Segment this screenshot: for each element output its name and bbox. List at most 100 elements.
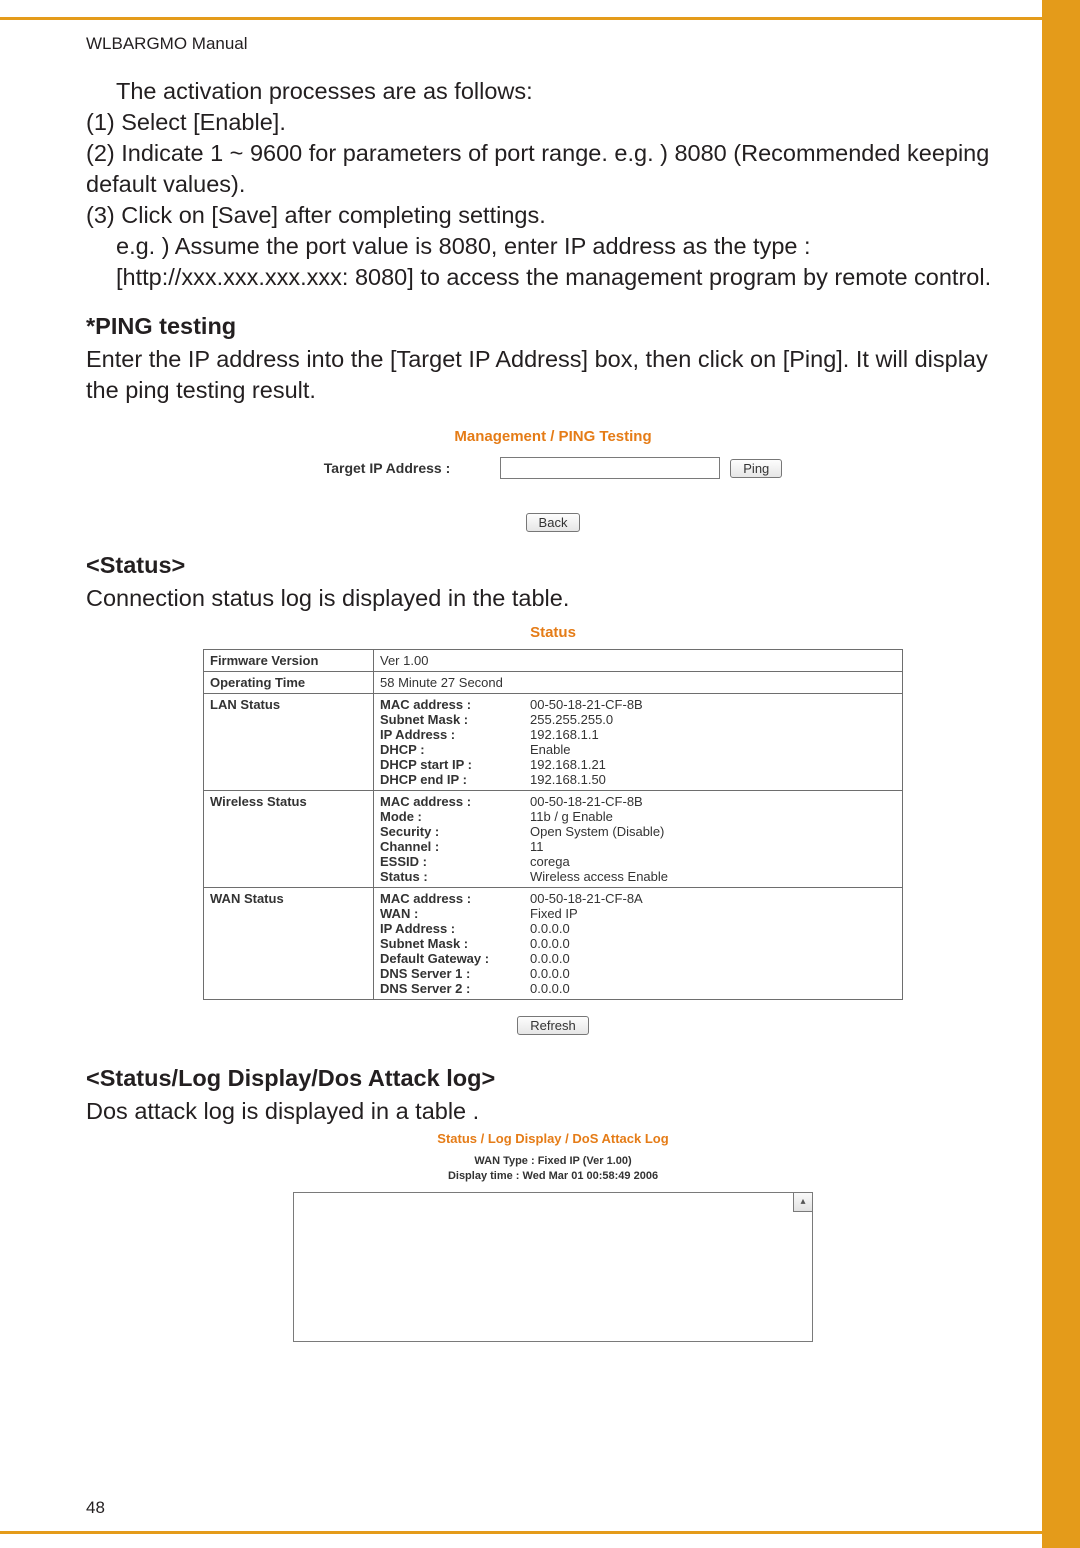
kv-row: Mode :11b / g Enable bbox=[380, 809, 896, 824]
dos-panel-title: Status / Log Display / DoS Attack Log bbox=[273, 1131, 833, 1146]
kv-key: DHCP end IP : bbox=[380, 772, 530, 787]
status-panel: Status Firmware Version Ver 1.00 Operati… bbox=[203, 624, 903, 1035]
kv-row: MAC address :00-50-18-21-CF-8B bbox=[380, 794, 896, 809]
kv-key: Default Gateway : bbox=[380, 951, 530, 966]
kv-key: DNS Server 1 : bbox=[380, 966, 530, 981]
dos-log-textarea[interactable] bbox=[293, 1192, 813, 1342]
ping-heading: *PING testing bbox=[86, 313, 1020, 340]
kv-value: 192.168.1.1 bbox=[530, 727, 896, 742]
ping-button[interactable]: Ping bbox=[730, 459, 782, 478]
kv-key: IP Address : bbox=[380, 727, 530, 742]
dos-desc: Dos attack log is displayed in a table . bbox=[86, 1096, 1020, 1127]
kv-value: Wireless access Enable bbox=[530, 869, 896, 884]
kv-value: 255.255.255.0 bbox=[530, 712, 896, 727]
kv-key: Status : bbox=[380, 869, 530, 884]
kv-row: MAC address :00-50-18-21-CF-8B bbox=[380, 697, 896, 712]
kv-key: Subnet Mask : bbox=[380, 712, 530, 727]
scroll-up-icon[interactable]: ▴ bbox=[793, 1192, 813, 1212]
dos-meta: WAN Type : Fixed IP (Ver 1.00) Display t… bbox=[273, 1154, 833, 1184]
kv-row: IP Address :192.168.1.1 bbox=[380, 727, 896, 742]
ping-panel: Management / PING Testing Target IP Addr… bbox=[268, 428, 838, 532]
kv-value: 0.0.0.0 bbox=[530, 921, 896, 936]
kv-row: IP Address :0.0.0.0 bbox=[380, 921, 896, 936]
optime-label: Operating Time bbox=[204, 672, 374, 694]
kv-row: Security :Open System (Disable) bbox=[380, 824, 896, 839]
status-panel-title: Status bbox=[203, 624, 903, 641]
back-button[interactable]: Back bbox=[526, 513, 581, 532]
wan-status-label: WAN Status bbox=[204, 888, 374, 1000]
table-row: WAN Status MAC address :00-50-18-21-CF-8… bbox=[204, 888, 903, 1000]
ping-panel-title: Management / PING Testing bbox=[268, 428, 838, 445]
intro-step3b: e.g. ) Assume the port value is 8080, en… bbox=[86, 231, 1020, 293]
kv-value: 00-50-18-21-CF-8B bbox=[530, 697, 896, 712]
top-rule bbox=[0, 0, 1042, 20]
kv-key: MAC address : bbox=[380, 794, 530, 809]
kv-key: MAC address : bbox=[380, 697, 530, 712]
page-number: 48 bbox=[86, 1498, 105, 1518]
dos-meta-line1: WAN Type : Fixed IP (Ver 1.00) bbox=[273, 1154, 833, 1169]
kv-key: Security : bbox=[380, 824, 530, 839]
wireless-status-label: Wireless Status bbox=[204, 791, 374, 888]
kv-row: Status :Wireless access Enable bbox=[380, 869, 896, 884]
lan-status-label: LAN Status bbox=[204, 694, 374, 791]
kv-key: DHCP : bbox=[380, 742, 530, 757]
table-row: Firmware Version Ver 1.00 bbox=[204, 650, 903, 672]
kv-row: WAN :Fixed IP bbox=[380, 906, 896, 921]
intro-block: The activation processes are as follows:… bbox=[86, 76, 1020, 293]
intro-step1: (1) Select [Enable]. bbox=[86, 109, 286, 135]
kv-row: Channel :11 bbox=[380, 839, 896, 854]
kv-key: MAC address : bbox=[380, 891, 530, 906]
kv-row: DHCP start IP :192.168.1.21 bbox=[380, 757, 896, 772]
table-row: LAN Status MAC address :00-50-18-21-CF-8… bbox=[204, 694, 903, 791]
dos-meta-line2: Display time : Wed Mar 01 00:58:49 2006 bbox=[273, 1169, 833, 1184]
dos-heading: <Status/Log Display/Dos Attack log> bbox=[86, 1065, 1020, 1092]
doc-header: WLBARGMO Manual bbox=[86, 34, 1020, 54]
status-heading: <Status> bbox=[86, 552, 1020, 579]
kv-value: 0.0.0.0 bbox=[530, 966, 896, 981]
kv-row: Subnet Mask :0.0.0.0 bbox=[380, 936, 896, 951]
wan-status-cell: MAC address :00-50-18-21-CF-8AWAN :Fixed… bbox=[374, 888, 903, 1000]
kv-value: 11b / g Enable bbox=[530, 809, 896, 824]
dos-panel: Status / Log Display / DoS Attack Log WA… bbox=[273, 1131, 833, 1347]
firmware-value: Ver 1.00 bbox=[374, 650, 903, 672]
kv-row: ESSID :corega bbox=[380, 854, 896, 869]
kv-row: DHCP :Enable bbox=[380, 742, 896, 757]
kv-key: WAN : bbox=[380, 906, 530, 921]
table-row: Wireless Status MAC address :00-50-18-21… bbox=[204, 791, 903, 888]
kv-value: Fixed IP bbox=[530, 906, 896, 921]
target-ip-input[interactable] bbox=[500, 457, 720, 479]
optime-value: 58 Minute 27 Second bbox=[374, 672, 903, 694]
kv-row: DHCP end IP :192.168.1.50 bbox=[380, 772, 896, 787]
kv-value: Enable bbox=[530, 742, 896, 757]
kv-value: 0.0.0.0 bbox=[530, 936, 896, 951]
table-row: Operating Time 58 Minute 27 Second bbox=[204, 672, 903, 694]
kv-value: 0.0.0.0 bbox=[530, 951, 896, 966]
kv-row: DNS Server 2 :0.0.0.0 bbox=[380, 981, 896, 996]
bottom-rule bbox=[0, 1531, 1042, 1534]
kv-row: DNS Server 1 :0.0.0.0 bbox=[380, 966, 896, 981]
kv-value: corega bbox=[530, 854, 896, 869]
kv-key: ESSID : bbox=[380, 854, 530, 869]
refresh-button[interactable]: Refresh bbox=[517, 1016, 589, 1035]
kv-value: 00-50-18-21-CF-8B bbox=[530, 794, 896, 809]
ping-desc: Enter the IP address into the [Target IP… bbox=[86, 344, 1020, 406]
kv-value: 00-50-18-21-CF-8A bbox=[530, 891, 896, 906]
kv-value: 192.168.1.50 bbox=[530, 772, 896, 787]
target-ip-label: Target IP Address : bbox=[324, 460, 451, 476]
kv-row: Default Gateway :0.0.0.0 bbox=[380, 951, 896, 966]
kv-row: MAC address :00-50-18-21-CF-8A bbox=[380, 891, 896, 906]
kv-value: 192.168.1.21 bbox=[530, 757, 896, 772]
kv-key: Mode : bbox=[380, 809, 530, 824]
intro-line: The activation processes are as follows: bbox=[86, 76, 1020, 107]
status-desc: Connection status log is displayed in th… bbox=[86, 583, 1020, 614]
kv-value: 0.0.0.0 bbox=[530, 981, 896, 996]
intro-step3a: (3) Click on [Save] after completing set… bbox=[86, 202, 546, 228]
firmware-label: Firmware Version bbox=[204, 650, 374, 672]
kv-value: Open System (Disable) bbox=[530, 824, 896, 839]
kv-key: IP Address : bbox=[380, 921, 530, 936]
kv-row: Subnet Mask :255.255.255.0 bbox=[380, 712, 896, 727]
kv-key: Subnet Mask : bbox=[380, 936, 530, 951]
lan-status-cell: MAC address :00-50-18-21-CF-8BSubnet Mas… bbox=[374, 694, 903, 791]
kv-key: DNS Server 2 : bbox=[380, 981, 530, 996]
kv-value: 11 bbox=[530, 839, 896, 854]
